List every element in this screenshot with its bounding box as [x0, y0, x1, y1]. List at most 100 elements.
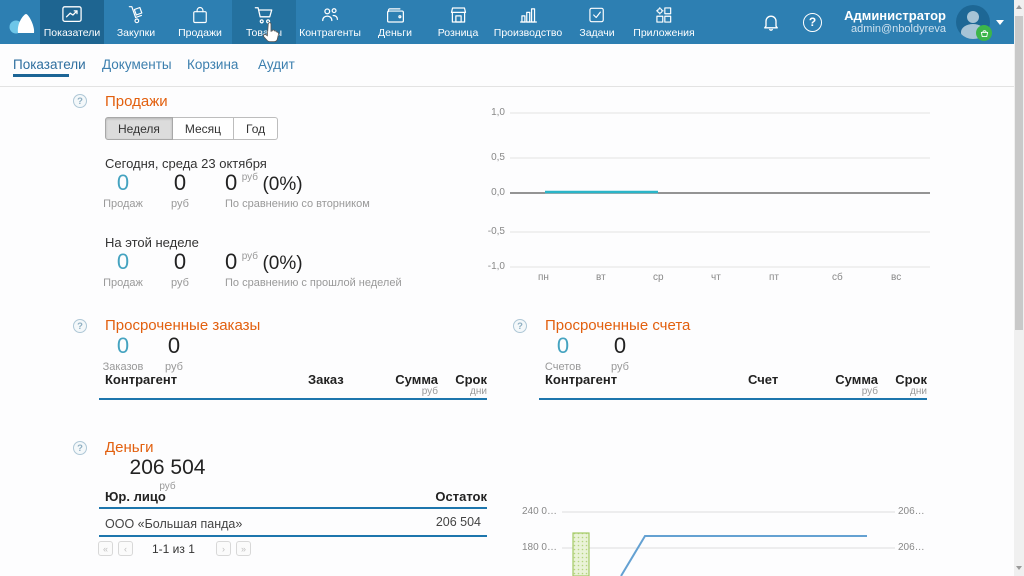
tab-documents[interactable]: Документы [102, 57, 172, 72]
invoices-table-rule [539, 398, 927, 400]
overdue-invoices-help-icon[interactable]: ? [513, 319, 527, 333]
cart-icon [253, 4, 275, 26]
y-tick-left: 180 0… [505, 542, 557, 553]
nav-item-sales[interactable]: Продажи [168, 0, 232, 44]
user-menu[interactable]: Администратор admin@nboldyreva [844, 8, 946, 36]
nav-label: Розница [438, 27, 479, 39]
period-month-button[interactable]: Месяц [173, 117, 234, 140]
nav-item-tasks[interactable]: Задачи [566, 0, 628, 44]
money-total: 206 504 руб [110, 456, 225, 492]
scrollbar-thumb[interactable] [1015, 16, 1023, 330]
sales-today-amount: 0 руб [158, 170, 202, 210]
nav-item-purchases[interactable]: Закупки [104, 0, 168, 44]
help-icon[interactable]: ? [803, 13, 822, 32]
money-help-icon[interactable]: ? [73, 441, 87, 455]
nav-label: Контрагенты [299, 27, 361, 39]
secondary-tabbar: Показатели Документы Корзина Аудит [0, 44, 1014, 87]
y-tick-right: 206… [898, 506, 925, 517]
sales-week-heading: На этой неделе [105, 235, 199, 250]
y-tick: -1,0 [480, 261, 505, 272]
nav-label: Приложения [633, 27, 694, 39]
entity-balance: 206 504 [436, 515, 481, 529]
money-table-rule-bottom [99, 535, 487, 537]
tab-basket[interactable]: Корзина [187, 57, 238, 72]
x-tick: сб [832, 272, 843, 283]
col-term: Срок [450, 372, 487, 387]
col-balance: Остаток [387, 489, 487, 504]
nav-item-retail[interactable]: Розница [426, 0, 490, 44]
period-week-button[interactable]: Неделя [105, 117, 173, 140]
app-logo[interactable] [7, 8, 37, 36]
nav-label: Деньги [378, 27, 412, 39]
avatar[interactable] [956, 5, 990, 39]
x-tick: чт [711, 272, 721, 283]
sales-help-icon[interactable]: ? [73, 94, 87, 108]
y-tick: -0,5 [480, 226, 505, 237]
pagination-first-button[interactable]: « [98, 541, 113, 556]
col-sum-unit: руб [388, 386, 438, 397]
active-tab-underline [13, 74, 69, 77]
nav-label: Задачи [579, 27, 614, 39]
overdue-orders-help-icon[interactable]: ? [73, 319, 87, 333]
pagination-prev-button[interactable]: ‹ [118, 541, 133, 556]
pagination-next-button[interactable]: › [216, 541, 231, 556]
main-nav: Показатели Закупки Продажи Товары Контра… [40, 0, 700, 44]
x-tick: ср [653, 272, 664, 283]
nav-label: Продажи [178, 27, 222, 39]
pagination-last-button[interactable]: » [236, 541, 251, 556]
sales-week-amount: 0 руб [158, 249, 202, 289]
overdue-orders-count: 0 Заказов [100, 333, 146, 373]
y-tick-right: 206… [898, 542, 925, 553]
y-tick: 0,0 [480, 187, 505, 198]
nav-item-apps[interactable]: Приложения [628, 0, 700, 44]
overdue-invoices-title[interactable]: Просроченные счета [545, 317, 690, 334]
col-sum-unit: руб [828, 386, 878, 397]
orders-table-rule [99, 398, 487, 400]
nav-item-counterparties[interactable]: Контрагенты [296, 0, 364, 44]
x-tick: вт [596, 272, 606, 283]
notifications-bell-icon[interactable] [761, 12, 781, 32]
hand-truck-icon [126, 4, 146, 26]
money-table-rule-top [99, 507, 487, 509]
sales-period-toggle: Неделя Месяц Год [105, 117, 278, 140]
money-section-title[interactable]: Деньги [105, 439, 153, 456]
cart-badge-icon [976, 25, 992, 41]
x-tick: вс [891, 272, 901, 283]
bar-columns-icon [518, 4, 539, 26]
shopping-bag-icon [190, 4, 210, 26]
tab-indicators[interactable]: Показатели [13, 57, 86, 72]
nav-item-money[interactable]: Деньги [364, 0, 426, 44]
overdue-orders-amount: 0 руб [152, 333, 196, 373]
nav-item-production[interactable]: Производство [490, 0, 566, 44]
nav-item-goods[interactable]: Товары [232, 0, 296, 44]
nav-label: Закупки [117, 27, 155, 39]
x-tick: пн [538, 272, 549, 283]
scroll-down-arrow-icon[interactable] [1016, 566, 1022, 570]
nav-label: Товары [246, 27, 282, 39]
col-counterparty: Контрагент [105, 372, 177, 387]
line-chart-icon [61, 4, 83, 26]
period-year-button[interactable]: Год [234, 117, 278, 140]
sales-section-title[interactable]: Продажи [105, 93, 168, 110]
col-term-unit: дни [450, 386, 487, 397]
table-row[interactable]: ООО «Большая панда» 206 504 [105, 515, 487, 533]
overdue-orders-title[interactable]: Просроченные заказы [105, 317, 260, 334]
tab-audit[interactable]: Аудит [258, 57, 295, 72]
people-icon [319, 4, 341, 26]
nav-item-indicators[interactable]: Показатели [40, 0, 104, 44]
col-term-unit: дни [890, 386, 927, 397]
sales-week-delta: 0 руб (0%) По сравнению с прошлой неделе… [225, 249, 402, 289]
sales-week-count: 0 Продаж [100, 249, 146, 289]
col-order: Заказ [308, 372, 344, 387]
entity-name: ООО «Большая панда» [105, 517, 242, 531]
col-sum: Сумма [828, 372, 878, 387]
col-entity: Юр. лицо [105, 489, 166, 504]
sales-week-chart: 1,0 0,5 0,0 -0,5 -1,0 пн вт ср чт пт сб … [480, 98, 940, 288]
y-tick: 0,5 [480, 152, 505, 163]
page-scrollbar[interactable] [1014, 0, 1024, 576]
col-counterparty: Контрагент [545, 372, 617, 387]
pagination-label: 1-1 из 1 [152, 542, 195, 556]
chevron-down-icon[interactable] [996, 20, 1004, 25]
scroll-up-arrow-icon[interactable] [1016, 5, 1022, 9]
y-tick: 1,0 [480, 107, 505, 118]
